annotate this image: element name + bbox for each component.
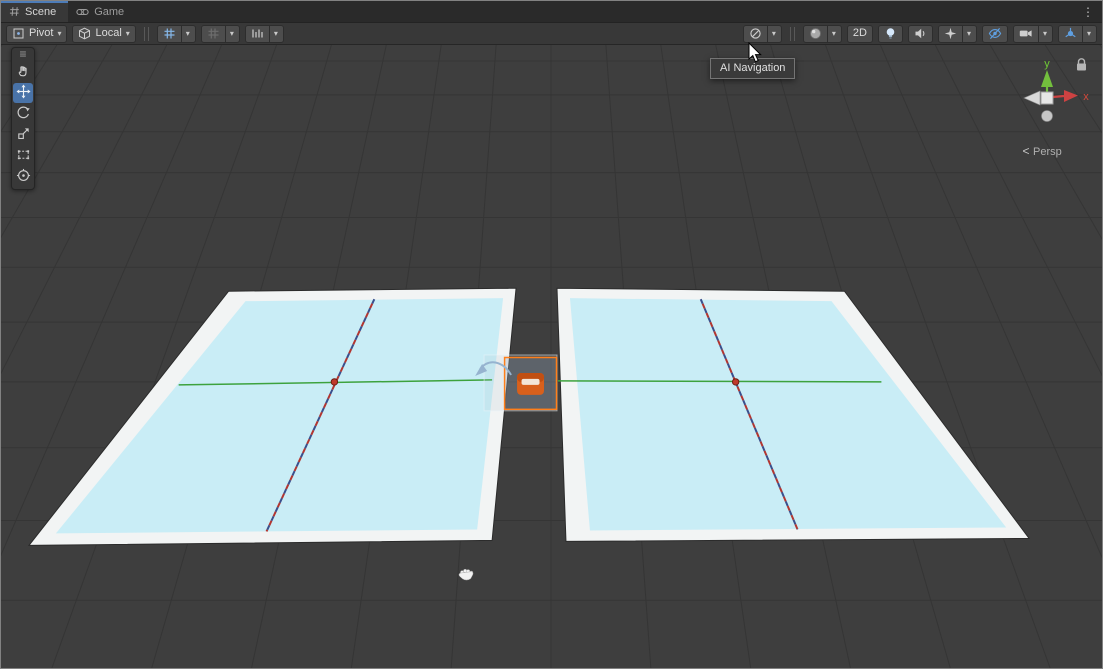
lightbulb-icon (884, 27, 897, 40)
dropdown-arrow-icon[interactable]: ▾ (962, 26, 971, 42)
transform-tool-button[interactable] (13, 167, 33, 187)
grid-snapping-toggle[interactable]: ▾ (157, 25, 196, 43)
dropdown-arrow-icon[interactable]: ▾ (1082, 26, 1091, 42)
link-endpoint-left[interactable] (331, 379, 337, 385)
draw-mode-dropdown[interactable]: ▾ (803, 25, 842, 43)
local-label: Local (95, 28, 121, 39)
gizmos-dropdown[interactable]: ▾ (1058, 25, 1097, 43)
scene-toolbar: Pivot ▾ Local ▾ ▾ ▾ ▾ (1, 23, 1102, 45)
dropdown-arrow-icon[interactable]: ▾ (1038, 26, 1047, 42)
tab-game-label: Game (94, 6, 124, 18)
gizmos-icon (1064, 27, 1077, 40)
move-tool-icon (16, 84, 31, 102)
gamepad-icon (76, 7, 89, 17)
grid-snap-icon (163, 27, 176, 40)
dropdown-arrow-icon: ▾ (57, 30, 61, 38)
axis-y-cone[interactable] (1041, 70, 1053, 87)
transform-tool-icon (16, 168, 31, 186)
rotate-tool-icon (16, 105, 31, 123)
scene-audio-toggle[interactable] (908, 25, 933, 43)
rect-tool-button[interactable] (13, 146, 33, 166)
scale-tool-icon (16, 126, 31, 144)
rotate-tool-button[interactable] (13, 104, 33, 124)
axis-y-label: y (1044, 58, 1050, 70)
navmesh-link-icon (517, 373, 544, 395)
snap-increment-icon (251, 27, 264, 40)
pivot-icon (12, 27, 25, 40)
axis-x-stem (1053, 96, 1064, 97)
dropdown-arrow-icon[interactable]: ▾ (827, 26, 836, 42)
axis-x-cone[interactable] (1064, 90, 1078, 102)
toolbar-right-group: ▾ ▾ 2D (743, 25, 1097, 43)
shaded-sphere-icon (809, 27, 822, 40)
grid-dim-icon (207, 27, 220, 40)
view-tool-button[interactable] (13, 62, 33, 82)
grid-visibility-toggle[interactable]: ▾ (201, 25, 240, 43)
eye-slash-icon (988, 27, 1002, 40)
circle-slash-icon (749, 27, 762, 40)
sparkle-icon (944, 27, 957, 40)
link-endpoint-right[interactable] (732, 379, 738, 385)
overlay-drag-handle[interactable]: ≡ (19, 49, 26, 61)
dropdown-arrow-icon[interactable]: ▾ (767, 26, 776, 42)
tab-scene[interactable]: Scene (1, 1, 68, 22)
tools-overlay: ≡ (11, 47, 35, 190)
gizmo-center-cube[interactable] (1041, 92, 1053, 104)
move-tool-button[interactable] (13, 83, 33, 103)
scene-canvas[interactable] (1, 45, 1102, 668)
overlay-visibility-toggle[interactable]: ▾ (743, 25, 782, 43)
toolbar-separator (790, 27, 795, 41)
camera-icon (1019, 27, 1033, 40)
scale-tool-button[interactable] (13, 125, 33, 145)
axis-negx-cone[interactable] (1024, 91, 1040, 105)
projection-label[interactable]: Persp (1033, 146, 1062, 158)
tab-game[interactable]: Game (68, 1, 136, 22)
tab-bar: Scene Game ⋮ (1, 1, 1102, 23)
hand-tool-icon (16, 63, 31, 81)
axis-x-label: x (1083, 91, 1089, 103)
hand-gizmo[interactable] (459, 569, 473, 580)
axis-negy-ball[interactable] (1042, 111, 1053, 122)
pivot-label: Pivot (29, 28, 53, 39)
persp-chevron-icon[interactable]: < (1022, 144, 1029, 158)
2d-label: 2D (853, 28, 867, 39)
tab-scene-label: Scene (25, 6, 56, 18)
dropdown-arrow-icon: ▾ (126, 30, 130, 38)
left-court[interactable] (29, 288, 516, 545)
scene-grid-icon (9, 6, 20, 17)
scene-viewport[interactable]: ≡ (1, 45, 1102, 668)
handle-rotation-dropdown[interactable]: Local ▾ (72, 25, 135, 43)
scene-visibility-toggle[interactable] (982, 25, 1008, 43)
dropdown-arrow-icon[interactable]: ▾ (269, 26, 278, 42)
navmesh-link-object[interactable] (475, 355, 557, 411)
rect-tool-icon (16, 147, 31, 165)
scene-effects-dropdown[interactable]: ▾ (938, 25, 977, 43)
dropdown-arrow-icon[interactable]: ▾ (181, 26, 190, 42)
local-cube-icon (78, 27, 91, 40)
mouse-cursor (747, 42, 765, 66)
scene-camera-dropdown[interactable]: ▾ (1013, 25, 1053, 43)
toolbar-separator (144, 27, 149, 41)
unity-scene-view-window: Scene Game ⋮ Pivot ▾ Local ▾ (0, 0, 1103, 669)
snap-increment-button[interactable]: ▾ (245, 25, 284, 43)
pivot-mode-dropdown[interactable]: Pivot ▾ (6, 25, 67, 43)
2d-view-toggle[interactable]: 2D (847, 25, 873, 43)
link-line-right[interactable] (558, 381, 881, 382)
lock-icon[interactable] (1075, 57, 1088, 72)
dropdown-arrow-icon[interactable]: ▾ (225, 26, 234, 42)
scene-lighting-toggle[interactable] (878, 25, 903, 43)
tab-overflow-menu-icon[interactable]: ⋮ (1079, 1, 1097, 23)
speaker-icon (914, 27, 927, 40)
